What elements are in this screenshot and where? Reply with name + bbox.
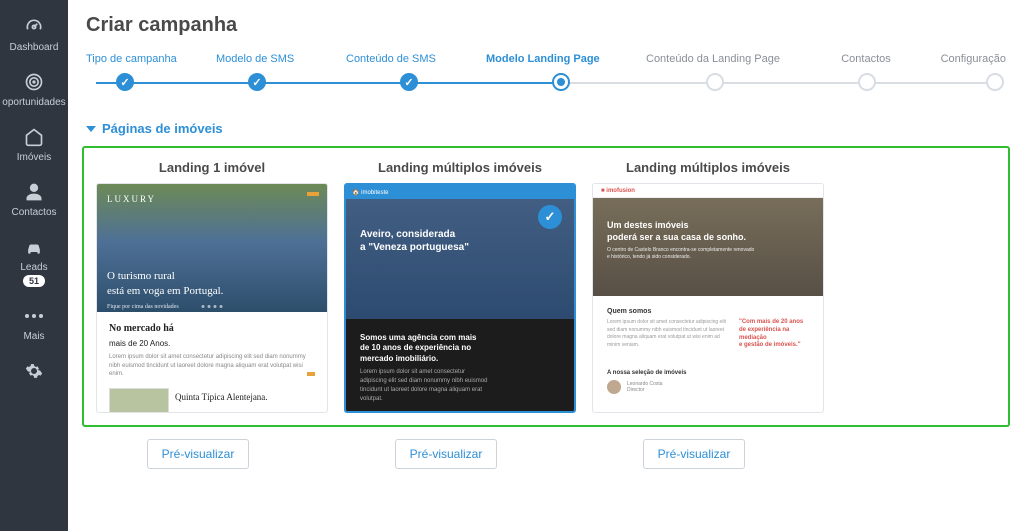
section-title: Páginas de imóveis — [102, 121, 223, 136]
step-circle[interactable] — [400, 73, 418, 91]
sidebar-label: Imóveis — [17, 152, 51, 163]
templates-container: Landing 1 imóvel LUXURY O turismo rural … — [82, 146, 1010, 427]
step-label-conteudo-lp[interactable]: Conteúdo da Landing Page — [646, 53, 806, 65]
section-toggle[interactable]: Páginas de imóveis — [68, 115, 1024, 146]
sidebar-item-contactos[interactable]: Contactos — [0, 171, 68, 226]
sidebar-label: Leads — [20, 262, 47, 273]
target-icon — [23, 71, 45, 93]
template-card: Landing 1 imóvel LUXURY O turismo rural … — [96, 160, 328, 413]
step-circle[interactable] — [706, 73, 724, 91]
sidebar: Dashboard oportunidades Imóveis Contacto… — [0, 0, 68, 531]
step-label-config[interactable]: Configuração — [926, 53, 1006, 65]
dots-icon — [23, 305, 45, 327]
step-label-contactos[interactable]: Contactos — [816, 53, 916, 65]
step-circle[interactable] — [248, 73, 266, 91]
gauge-icon — [23, 16, 45, 38]
template-title: Landing 1 imóvel — [96, 160, 328, 175]
thumb-tag — [307, 372, 315, 376]
thumb-brand: LUXURY — [107, 194, 317, 204]
template-card: Landing múltiplos imóveis ✓ 🏠 imobiteste… — [344, 160, 576, 413]
sidebar-item-leads[interactable]: Leads 51 — [0, 226, 68, 295]
check-icon: ✓ — [538, 205, 562, 229]
template-thumb-landing1[interactable]: LUXURY O turismo rural está em voga em P… — [96, 183, 328, 413]
step-circle[interactable] — [116, 73, 134, 91]
avatar — [607, 380, 621, 394]
template-title: Landing múltiplos imóveis — [344, 160, 576, 175]
sidebar-item-imoveis[interactable]: Imóveis — [0, 116, 68, 171]
preview-button[interactable]: Pré-visualizar — [395, 439, 498, 469]
step-circle[interactable] — [986, 73, 1004, 91]
template-thumb-landing-multi-2[interactable]: ■ imofusion Um destes imóveis poderá ser… — [592, 183, 824, 413]
step-label-tipo[interactable]: Tipo de campanha — [86, 53, 206, 65]
car-icon — [23, 236, 45, 258]
thumb-image — [109, 388, 169, 413]
sidebar-item-settings[interactable] — [0, 350, 68, 394]
sidebar-item-dashboard[interactable]: Dashboard — [0, 6, 68, 61]
page-title: Criar campanha — [68, 0, 1024, 43]
home-icon — [23, 126, 45, 148]
preview-row: Pré-visualizar Pré-visualizar Pré-visual… — [82, 439, 1010, 469]
step-label-modelo-sms[interactable]: Modelo de SMS — [216, 53, 336, 65]
main-content: Criar campanha Tipo de campanha Modelo d… — [68, 0, 1024, 531]
sidebar-label: Mais — [23, 331, 44, 342]
gear-icon — [23, 360, 45, 382]
sidebar-label: Contactos — [11, 207, 56, 218]
chevron-down-icon — [86, 126, 96, 132]
preview-button[interactable]: Pré-visualizar — [147, 439, 250, 469]
preview-button[interactable]: Pré-visualizar — [643, 439, 746, 469]
sidebar-item-oportunidades[interactable]: oportunidades — [0, 61, 68, 116]
step-circle[interactable] — [858, 73, 876, 91]
step-label-modelo-lp[interactable]: Modelo Landing Page — [486, 53, 636, 65]
sidebar-label: Dashboard — [10, 42, 59, 53]
template-card: Landing múltiplos imóveis ■ imofusion Um… — [592, 160, 824, 413]
template-thumb-landing-multi-1[interactable]: ✓ 🏠 imobiteste Aveiro, considerada a "Ve… — [344, 183, 576, 413]
stepper: Tipo de campanha Modelo de SMS Conteúdo … — [68, 43, 1024, 115]
sidebar-label: oportunidades — [2, 97, 65, 108]
sidebar-item-mais[interactable]: Mais — [0, 295, 68, 350]
step-label-conteudo-sms[interactable]: Conteúdo de SMS — [346, 53, 476, 65]
thumb-tag — [307, 192, 319, 196]
step-circle[interactable] — [552, 73, 570, 91]
template-title: Landing múltiplos imóveis — [592, 160, 824, 175]
leads-badge: 51 — [23, 275, 45, 287]
user-icon — [23, 181, 45, 203]
